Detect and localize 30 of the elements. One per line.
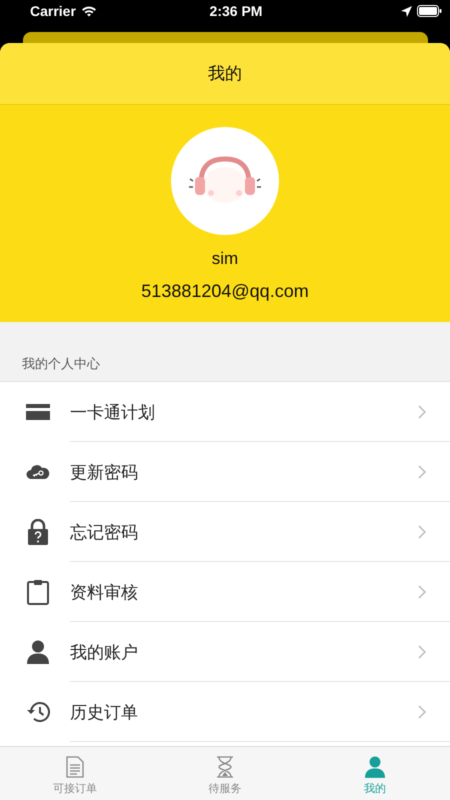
battery-icon bbox=[416, 5, 442, 17]
person-icon bbox=[365, 756, 385, 778]
clipboard-icon bbox=[27, 579, 49, 605]
menu-label: 更新密码 bbox=[70, 462, 139, 484]
chevron-icon bbox=[418, 585, 426, 599]
user-email: 513881204@qq.com bbox=[141, 281, 309, 302]
document-icon bbox=[66, 756, 84, 778]
menu-label: 一卡通计划 bbox=[70, 402, 156, 424]
user-name: sim bbox=[212, 249, 238, 269]
chevron-icon bbox=[418, 525, 426, 539]
status-time: 2:36 PM bbox=[210, 3, 262, 19]
menu-label: 资料审核 bbox=[70, 582, 139, 604]
location-icon bbox=[400, 6, 412, 16]
card-icon bbox=[26, 404, 50, 420]
chevron-icon bbox=[418, 705, 426, 719]
wifi-icon bbox=[80, 5, 97, 17]
page-title: 我的 bbox=[208, 63, 242, 85]
history-icon bbox=[26, 701, 50, 723]
hourglass-icon bbox=[216, 756, 234, 778]
carrier-label: Carrier bbox=[30, 3, 76, 19]
person-icon bbox=[27, 640, 49, 664]
section-label: 我的个人中心 bbox=[22, 356, 100, 373]
chevron-icon bbox=[418, 645, 426, 659]
menu-label: 历史订单 bbox=[70, 702, 139, 724]
menu-label: 忘记密码 bbox=[70, 522, 139, 544]
cloud-key-icon bbox=[26, 464, 50, 480]
chevron-icon bbox=[418, 405, 426, 419]
chevron-icon bbox=[418, 465, 426, 479]
menu-label: 我的账户 bbox=[70, 642, 139, 664]
lock-question-icon bbox=[28, 519, 48, 545]
